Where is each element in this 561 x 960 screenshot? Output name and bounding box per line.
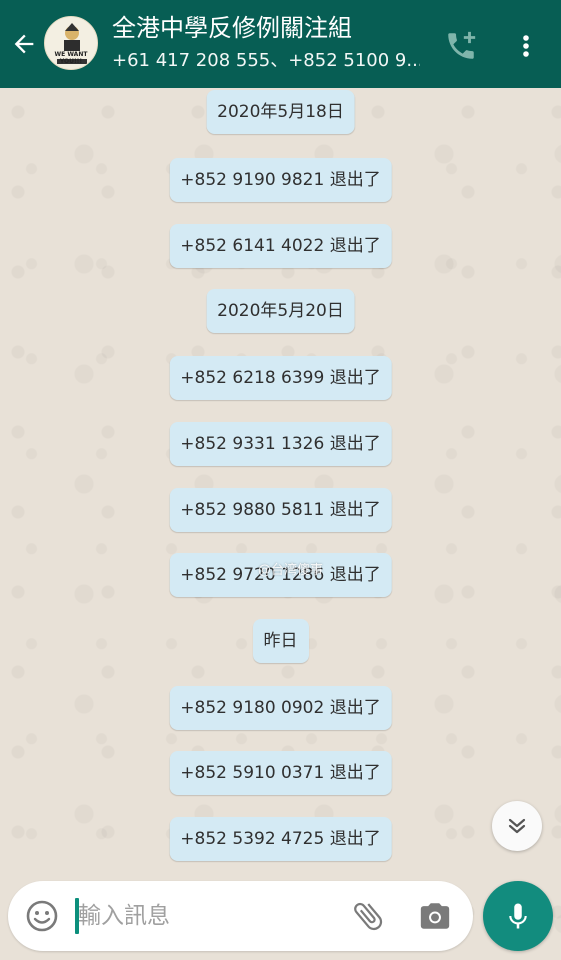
back-button[interactable] [6, 26, 42, 62]
paperclip-icon [354, 902, 383, 931]
watermark-text: @台湾傻事 [258, 563, 324, 578]
camera-button[interactable] [418, 899, 452, 933]
emoji-button[interactable] [24, 898, 60, 934]
arrow-left-icon [14, 34, 34, 54]
camera-icon [420, 903, 450, 929]
system-message: +852 9331 1326 退出了 [169, 422, 392, 466]
phone-plus-icon [448, 31, 476, 59]
chat-header: WE WANT YOU!!! 全港中學反修例關注組 +61 417 208 55… [0, 0, 561, 88]
message-list[interactable]: 2020年5月18日 +852 9190 9821 退出了 +852 6141 … [0, 88, 561, 960]
system-message: +852 5910 0371 退出了 [169, 751, 392, 795]
avatar-text: WE WANT YOU!!! [54, 51, 88, 65]
system-message: +852 5392 4725 退出了 [169, 817, 392, 861]
system-message: +852 9180 0902 退出了 [169, 686, 392, 730]
group-avatar[interactable]: WE WANT YOU!!! [44, 16, 98, 70]
system-message: +852 9880 5811 退出了 [169, 488, 392, 532]
message-composer [8, 881, 473, 951]
system-message: +852 6218 6399 退出了 [169, 356, 392, 400]
date-divider: 2020年5月20日 [206, 289, 355, 333]
microphone-icon [509, 903, 527, 929]
emoji-icon [26, 900, 58, 932]
attach-button[interactable] [350, 898, 386, 934]
voice-message-button[interactable] [483, 881, 553, 951]
chat-participants[interactable]: +61 417 208 555、+852 5100 9... [112, 48, 420, 74]
system-message: +852 9190 9821 退出了 [169, 158, 392, 202]
more-options-button[interactable] [510, 26, 542, 66]
date-divider: 2020年5月18日 [206, 90, 355, 134]
system-message: +852 6141 4022 退出了 [169, 224, 392, 268]
more-vert-icon [523, 35, 529, 57]
message-input[interactable] [78, 895, 338, 937]
double-chevron-down-icon [508, 818, 526, 834]
scroll-to-bottom-button[interactable] [492, 801, 542, 851]
date-divider: 昨日 [252, 619, 309, 663]
chat-title[interactable]: 全港中學反修例關注組 [112, 12, 412, 44]
add-call-button[interactable] [441, 26, 481, 66]
